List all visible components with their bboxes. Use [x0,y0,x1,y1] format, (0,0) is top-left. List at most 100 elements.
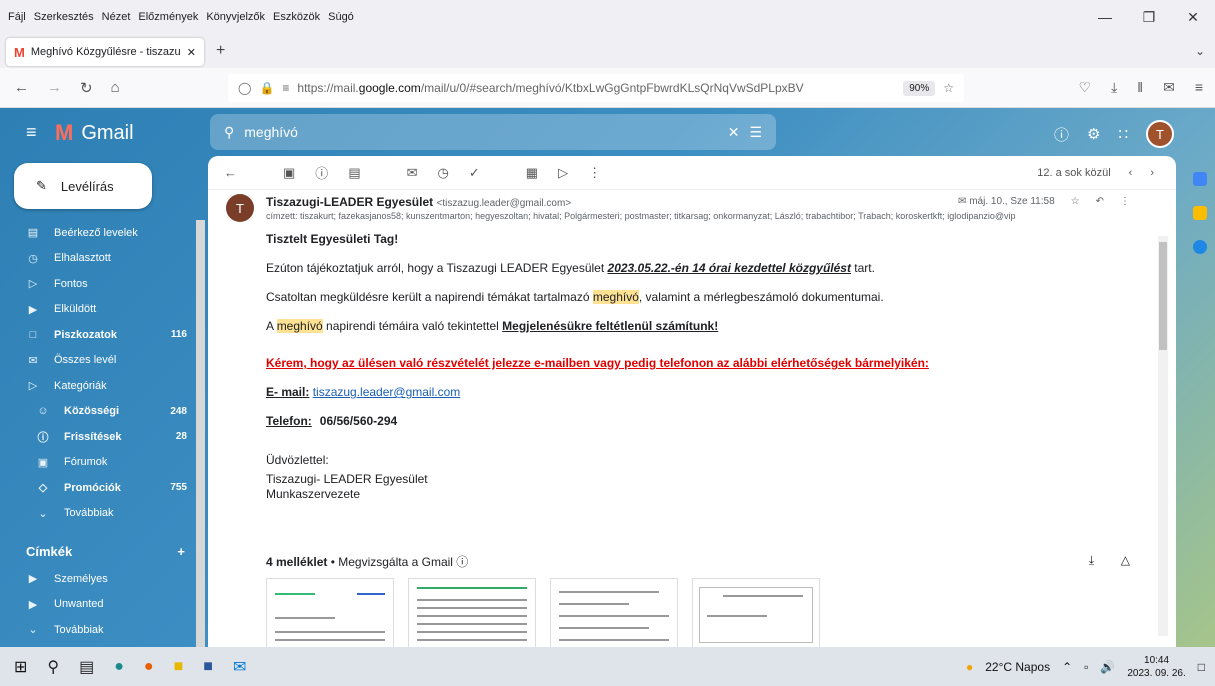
apps-grid-icon[interactable]: ∷ [1118,125,1128,143]
recipients[interactable]: címzett: tiszakurt; fazekasjanos58; kuns… [266,211,1106,221]
windows-start-icon[interactable]: ⊞ [14,657,27,677]
notifications-icon[interactable]: □ [1198,660,1205,674]
main-menu-icon[interactable]: ≡ [26,122,37,143]
extensions-icon[interactable]: ✉ [1163,79,1175,96]
close-icon[interactable]: ✕ [1171,0,1215,34]
weather-text[interactable]: 22°C Napos [985,660,1050,674]
pocket-icon[interactable]: ♡ [1079,79,1092,96]
label-item[interactable]: ⌄ Továbbiak [0,617,205,643]
sidebar-item[interactable]: ☺ Közösségi 248 [0,399,205,425]
mail-icon[interactable]: ✉ [233,657,246,677]
reply-icon[interactable]: ↶ [1096,196,1104,207]
help-icon[interactable]: ⓘ [1054,124,1069,145]
info-icon[interactable]: ⓘ [456,555,468,569]
search-bar[interactable]: ⚲ meghívó ✕ ☰ [210,114,776,150]
settings-gear-icon[interactable]: ⚙ [1087,125,1100,143]
tasks-icon[interactable] [1193,240,1207,254]
menu-item[interactable]: Könyvjelzők [206,11,265,23]
clear-search-icon[interactable]: ✕ [728,124,740,141]
clock[interactable]: 10:44 2023. 09. 26. [1127,654,1185,680]
permissions-icon[interactable]: ≡ [282,81,289,95]
lock-icon[interactable]: 🔒 [259,81,274,95]
email-link[interactable]: tiszazug.leader@gmail.com [313,385,461,399]
sidebar-item[interactable]: ▣ Fórumok [0,450,205,476]
shield-icon[interactable]: ◯ [238,81,251,95]
browser-tab[interactable]: M Meghívó Közgyűlésre - tiszazug ✕ [6,38,204,66]
search-options-icon[interactable]: ☰ [749,124,762,141]
mark-unread-icon[interactable]: ✉ [407,165,418,181]
url-bar[interactable]: ◯ 🔒 ≡ https://mail.google.com/mail/u/0/#… [228,74,964,102]
gmail-logo[interactable]: M Gmail [55,120,134,146]
home-icon[interactable]: ⌂ [111,79,120,97]
delete-icon[interactable]: ▤ [348,165,360,181]
star-icon[interactable]: ☆ [1071,196,1080,207]
calendar-icon[interactable] [1193,172,1207,186]
add-to-drive-icon[interactable]: △ [1121,553,1130,567]
reload-icon[interactable]: ↻ [80,79,93,97]
label-as-icon[interactable]: ▷ [558,165,568,181]
minimize-icon[interactable]: — [1083,0,1127,34]
menu-item[interactable]: Fájl [8,11,26,23]
keep-icon[interactable] [1193,206,1207,220]
file-explorer-icon[interactable]: ■ [174,658,184,676]
label-item[interactable]: ▶ Unwanted [0,592,205,618]
task-view-icon[interactable]: ▤ [79,657,94,677]
show-hidden-icon[interactable]: ⌃ [1062,660,1072,674]
snooze-icon[interactable]: ◷ [438,165,449,181]
volume-icon[interactable]: 🔊 [1100,660,1115,674]
avatar[interactable]: T [1146,120,1174,148]
add-to-tasks-icon[interactable]: ✓ [469,165,480,181]
network-icon[interactable]: ▫ [1084,660,1088,674]
word-icon[interactable]: ■ [203,658,213,676]
move-to-icon[interactable]: ▦ [526,165,538,181]
menu-item[interactable]: Szerkesztés [34,11,94,23]
bookmark-star-icon[interactable]: ☆ [943,81,954,95]
sidebar-item[interactable]: □ Piszkozatok 116 [0,322,205,348]
sidebar-item[interactable]: ◷ Elhalasztott [0,246,205,272]
download-icon[interactable]: ⤓ [1111,79,1117,96]
sidebar-item[interactable]: ⌄ Továbbiak [0,501,205,527]
sidebar-item[interactable]: ▶ Elküldött [0,297,205,323]
menu-item[interactable]: Súgó [328,11,354,23]
attachment-thumbnail[interactable] [692,578,820,647]
sidebar-item[interactable]: ▷ Kategóriák [0,373,205,399]
menu-item[interactable]: Nézet [102,11,131,23]
email-more-icon[interactable]: ⋮ [1120,196,1130,207]
edge-icon[interactable]: ● [114,658,124,676]
label-item[interactable]: ▶ Személyes [0,566,205,592]
back-icon[interactable]: ← [14,79,29,97]
tab-close-icon[interactable]: ✕ [187,46,196,59]
list-tabs-icon[interactable]: ⌄ [1195,44,1205,58]
url-text[interactable]: https://mail.google.com/mail/u/0/#search… [297,81,895,95]
attachment-thumbnail[interactable] [408,578,536,647]
hamburger-menu-icon[interactable]: ≡ [1195,79,1203,96]
library-icon[interactable]: ‖ [1137,79,1143,96]
menu-item[interactable]: Előzmények [138,11,198,23]
zoom-indicator[interactable]: 90% [903,80,936,96]
older-icon[interactable]: › [1150,167,1154,179]
weather-icon[interactable]: ● [966,660,973,674]
download-all-icon[interactable]: ⤓ [1089,553,1094,568]
sidebar-scrollbar[interactable] [196,220,205,647]
report-spam-icon[interactable]: ⓘ [315,163,328,182]
compose-button[interactable]: ✎ Levélírás [14,163,152,209]
back-to-list-icon[interactable]: ← [224,165,237,180]
sidebar-item[interactable]: ◇ Promóciók 755 [0,475,205,501]
menu-item[interactable]: Eszközök [273,11,320,23]
sender-name[interactable]: Tiszazugi-LEADER Egyesület [266,195,433,209]
attachment-thumbnail[interactable] [550,578,678,647]
email-scrollbar[interactable] [1158,236,1168,636]
restore-icon[interactable]: ❐ [1127,0,1171,34]
search-input[interactable]: meghívó [244,124,717,140]
search-icon[interactable]: ⚲ [224,124,234,141]
sender-avatar[interactable]: T [226,194,254,222]
sidebar-item[interactable]: ✉ Összes levél [0,348,205,374]
forward-icon[interactable]: → [47,79,62,97]
add-label-icon[interactable]: + [177,544,185,559]
more-options-icon[interactable]: ⋮ [588,165,601,181]
newer-icon[interactable]: ‹ [1129,167,1133,179]
search-icon[interactable]: ⚲ [47,657,59,677]
firefox-icon[interactable]: ● [144,658,154,676]
sidebar-item[interactable]: ▤ Beérkező levelek [0,220,205,246]
new-tab-icon[interactable]: + [216,42,225,60]
